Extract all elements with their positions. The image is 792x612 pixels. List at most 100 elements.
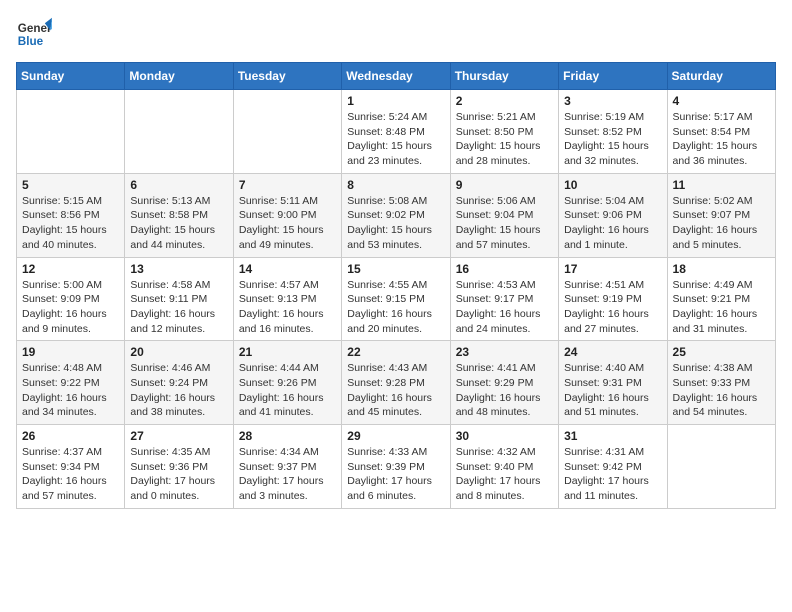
calendar-day-cell: 17 Sunrise: 4:51 AM Sunset: 9:19 PM Dayli… — [559, 257, 667, 341]
calendar-day-cell — [125, 90, 233, 174]
day-info: Sunrise: 5:04 AM Sunset: 9:06 PM Dayligh… — [564, 194, 661, 253]
calendar-day-cell: 8 Sunrise: 5:08 AM Sunset: 9:02 PM Daylig… — [342, 173, 450, 257]
day-info: Sunrise: 5:17 AM Sunset: 8:54 PM Dayligh… — [673, 110, 770, 169]
calendar-day-cell: 29 Sunrise: 4:33 AM Sunset: 9:39 PM Dayli… — [342, 425, 450, 509]
calendar-week-row: 1 Sunrise: 5:24 AM Sunset: 8:48 PM Daylig… — [17, 90, 776, 174]
day-number: 3 — [564, 94, 661, 108]
logo: General Blue — [16, 16, 52, 52]
calendar-day-cell: 3Sunrise: 5:19 AM Sunset: 8:52 PM Daylig… — [559, 90, 667, 174]
calendar-day-cell — [667, 425, 775, 509]
day-number: 7 — [239, 178, 336, 192]
calendar-day-cell: 24Sunrise: 4:40 AM Sunset: 9:31 PM Dayli… — [559, 341, 667, 425]
calendar-day-cell — [17, 90, 125, 174]
calendar-day-cell: 25Sunrise: 4:38 AM Sunset: 9:33 PM Dayli… — [667, 341, 775, 425]
calendar-week-row: 19Sunrise: 4:48 AM Sunset: 9:22 PM Dayli… — [17, 341, 776, 425]
day-info: Sunrise: 4:43 AM Sunset: 9:28 PM Dayligh… — [347, 361, 444, 420]
day-info: Sunrise: 4:57 AM Sunset: 9:13 PM Dayligh… — [239, 278, 336, 337]
calendar-day-cell: 21 Sunrise: 4:44 AM Sunset: 9:26 PM Dayli… — [233, 341, 341, 425]
day-info: Sunrise: 5:21 AM Sunset: 8:50 PM Dayligh… — [456, 110, 553, 169]
day-number: 8 — [347, 178, 444, 192]
day-info: Sunrise: 5:24 AM Sunset: 8:48 PM Dayligh… — [347, 110, 444, 169]
day-number: 6 — [130, 178, 227, 192]
calendar-day-cell: 11 Sunrise: 5:02 AM Sunset: 9:07 PM Dayli… — [667, 173, 775, 257]
day-number: 15 — [347, 262, 444, 276]
day-info: Sunrise: 5:15 AM Sunset: 8:56 PM Dayligh… — [22, 194, 119, 253]
day-info: Sunrise: 4:46 AM Sunset: 9:24 PM Dayligh… — [130, 361, 227, 420]
day-number: 26 — [22, 429, 119, 443]
calendar-day-cell: 10 Sunrise: 5:04 AM Sunset: 9:06 PM Dayli… — [559, 173, 667, 257]
calendar-day-cell: 22Sunrise: 4:43 AM Sunset: 9:28 PM Dayli… — [342, 341, 450, 425]
day-of-week-header: Friday — [559, 63, 667, 90]
day-info: Sunrise: 5:08 AM Sunset: 9:02 PM Dayligh… — [347, 194, 444, 253]
day-number: 10 — [564, 178, 661, 192]
day-number: 21 — [239, 345, 336, 359]
day-info: Sunrise: 5:02 AM Sunset: 9:07 PM Dayligh… — [673, 194, 770, 253]
calendar-day-cell: 16 Sunrise: 4:53 AM Sunset: 9:17 PM Dayli… — [450, 257, 558, 341]
calendar-week-row: 12 Sunrise: 5:00 AM Sunset: 9:09 PM Dayli… — [17, 257, 776, 341]
day-info: Sunrise: 4:32 AM Sunset: 9:40 PM Dayligh… — [456, 445, 553, 504]
day-number: 29 — [347, 429, 444, 443]
day-info: Sunrise: 4:33 AM Sunset: 9:39 PM Dayligh… — [347, 445, 444, 504]
day-number: 16 — [456, 262, 553, 276]
calendar-day-cell: 26 Sunrise: 4:37 AM Sunset: 9:34 PM Dayli… — [17, 425, 125, 509]
calendar-day-cell: 19Sunrise: 4:48 AM Sunset: 9:22 PM Dayli… — [17, 341, 125, 425]
day-of-week-header: Sunday — [17, 63, 125, 90]
day-of-week-header: Thursday — [450, 63, 558, 90]
day-number: 23 — [456, 345, 553, 359]
day-number: 20 — [130, 345, 227, 359]
calendar-day-cell: 7 Sunrise: 5:11 AM Sunset: 9:00 PM Daylig… — [233, 173, 341, 257]
calendar-day-cell: 9Sunrise: 5:06 AM Sunset: 9:04 PM Daylig… — [450, 173, 558, 257]
calendar-day-cell: 14 Sunrise: 4:57 AM Sunset: 9:13 PM Dayli… — [233, 257, 341, 341]
day-number: 31 — [564, 429, 661, 443]
calendar-day-cell: 4 Sunrise: 5:17 AM Sunset: 8:54 PM Daylig… — [667, 90, 775, 174]
calendar-day-cell: 20 Sunrise: 4:46 AM Sunset: 9:24 PM Dayli… — [125, 341, 233, 425]
day-info: Sunrise: 4:53 AM Sunset: 9:17 PM Dayligh… — [456, 278, 553, 337]
calendar-day-cell: 28 Sunrise: 4:34 AM Sunset: 9:37 PM Dayli… — [233, 425, 341, 509]
day-info: Sunrise: 5:11 AM Sunset: 9:00 PM Dayligh… — [239, 194, 336, 253]
page-header: General Blue — [16, 16, 776, 52]
day-info: Sunrise: 5:00 AM Sunset: 9:09 PM Dayligh… — [22, 278, 119, 337]
day-number: 4 — [673, 94, 770, 108]
day-number: 14 — [239, 262, 336, 276]
day-of-week-header: Monday — [125, 63, 233, 90]
calendar-week-row: 5Sunrise: 5:15 AM Sunset: 8:56 PM Daylig… — [17, 173, 776, 257]
logo-icon: General Blue — [16, 16, 52, 52]
day-number: 12 — [22, 262, 119, 276]
day-of-week-header: Tuesday — [233, 63, 341, 90]
day-of-week-header: Saturday — [667, 63, 775, 90]
day-info: Sunrise: 4:40 AM Sunset: 9:31 PM Dayligh… — [564, 361, 661, 420]
day-number: 27 — [130, 429, 227, 443]
day-info: Sunrise: 4:58 AM Sunset: 9:11 PM Dayligh… — [130, 278, 227, 337]
calendar-week-row: 26 Sunrise: 4:37 AM Sunset: 9:34 PM Dayli… — [17, 425, 776, 509]
day-number: 17 — [564, 262, 661, 276]
day-info: Sunrise: 4:44 AM Sunset: 9:26 PM Dayligh… — [239, 361, 336, 420]
day-info: Sunrise: 4:55 AM Sunset: 9:15 PM Dayligh… — [347, 278, 444, 337]
day-number: 28 — [239, 429, 336, 443]
day-info: Sunrise: 4:38 AM Sunset: 9:33 PM Dayligh… — [673, 361, 770, 420]
calendar-day-cell: 6 Sunrise: 5:13 AM Sunset: 8:58 PM Daylig… — [125, 173, 233, 257]
day-number: 11 — [673, 178, 770, 192]
calendar-day-cell: 27 Sunrise: 4:35 AM Sunset: 9:36 PM Dayli… — [125, 425, 233, 509]
day-info: Sunrise: 4:41 AM Sunset: 9:29 PM Dayligh… — [456, 361, 553, 420]
calendar-day-cell: 1 Sunrise: 5:24 AM Sunset: 8:48 PM Daylig… — [342, 90, 450, 174]
day-info: Sunrise: 5:06 AM Sunset: 9:04 PM Dayligh… — [456, 194, 553, 253]
day-info: Sunrise: 4:37 AM Sunset: 9:34 PM Dayligh… — [22, 445, 119, 504]
day-info: Sunrise: 4:35 AM Sunset: 9:36 PM Dayligh… — [130, 445, 227, 504]
calendar-day-cell: 12 Sunrise: 5:00 AM Sunset: 9:09 PM Dayli… — [17, 257, 125, 341]
day-info: Sunrise: 4:49 AM Sunset: 9:21 PM Dayligh… — [673, 278, 770, 337]
day-of-week-header: Wednesday — [342, 63, 450, 90]
day-info: Sunrise: 5:13 AM Sunset: 8:58 PM Dayligh… — [130, 194, 227, 253]
day-number: 19 — [22, 345, 119, 359]
calendar-body: 1 Sunrise: 5:24 AM Sunset: 8:48 PM Daylig… — [17, 90, 776, 509]
day-info: Sunrise: 4:34 AM Sunset: 9:37 PM Dayligh… — [239, 445, 336, 504]
calendar-table: SundayMondayTuesdayWednesdayThursdayFrid… — [16, 62, 776, 509]
day-info: Sunrise: 4:31 AM Sunset: 9:42 PM Dayligh… — [564, 445, 661, 504]
day-number: 30 — [456, 429, 553, 443]
calendar-day-cell: 31 Sunrise: 4:31 AM Sunset: 9:42 PM Dayli… — [559, 425, 667, 509]
day-info: Sunrise: 4:51 AM Sunset: 9:19 PM Dayligh… — [564, 278, 661, 337]
day-number: 2 — [456, 94, 553, 108]
calendar-day-cell: 18Sunrise: 4:49 AM Sunset: 9:21 PM Dayli… — [667, 257, 775, 341]
day-number: 1 — [347, 94, 444, 108]
calendar-day-cell: 2 Sunrise: 5:21 AM Sunset: 8:50 PM Daylig… — [450, 90, 558, 174]
calendar-day-cell: 5Sunrise: 5:15 AM Sunset: 8:56 PM Daylig… — [17, 173, 125, 257]
